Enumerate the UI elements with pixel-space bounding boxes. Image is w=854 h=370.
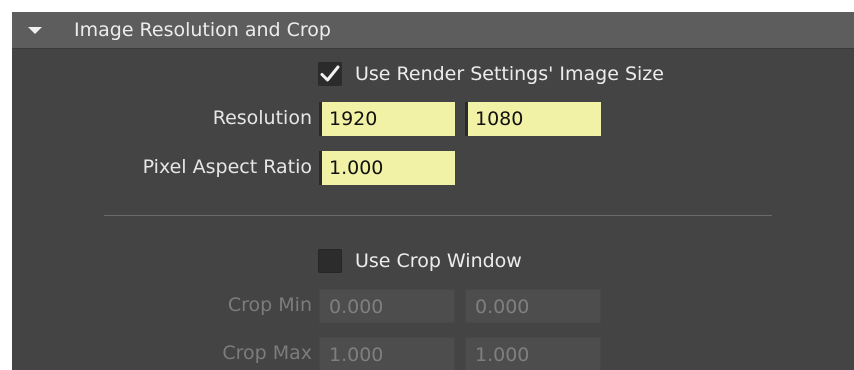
crop-min-x-field[interactable]: 0.000 (319, 289, 455, 323)
use-crop-window-label: Use Crop Window (355, 250, 522, 272)
section-divider (104, 215, 772, 216)
crop-max-y-field[interactable]: 1.000 (465, 337, 601, 370)
pixel-aspect-ratio-label: Pixel Aspect Ratio (142, 156, 312, 178)
section-header[interactable]: Image Resolution and Crop (12, 12, 854, 49)
attribute-editor-panel: Image Resolution and Crop Use Render Set… (12, 12, 854, 370)
section-title: Image Resolution and Crop (74, 19, 331, 41)
resolution-height-field[interactable]: 1080 (465, 102, 601, 136)
crop-min-label: Crop Min (227, 294, 312, 316)
crop-min-y-field[interactable]: 0.000 (465, 289, 601, 323)
use-render-settings-checkbox[interactable] (318, 62, 342, 86)
crop-max-label: Crop Max (222, 342, 312, 364)
pixel-aspect-ratio-field[interactable]: 1.000 (319, 151, 455, 185)
checkmark-icon (320, 65, 340, 82)
use-render-settings-label: Use Render Settings' Image Size (355, 63, 664, 85)
resolution-width-field[interactable]: 1920 (319, 102, 455, 136)
use-crop-window-checkbox[interactable] (318, 249, 342, 273)
resolution-label: Resolution (212, 107, 312, 129)
crop-max-x-field[interactable]: 1.000 (319, 337, 455, 370)
collapse-triangle-icon[interactable] (28, 27, 42, 34)
